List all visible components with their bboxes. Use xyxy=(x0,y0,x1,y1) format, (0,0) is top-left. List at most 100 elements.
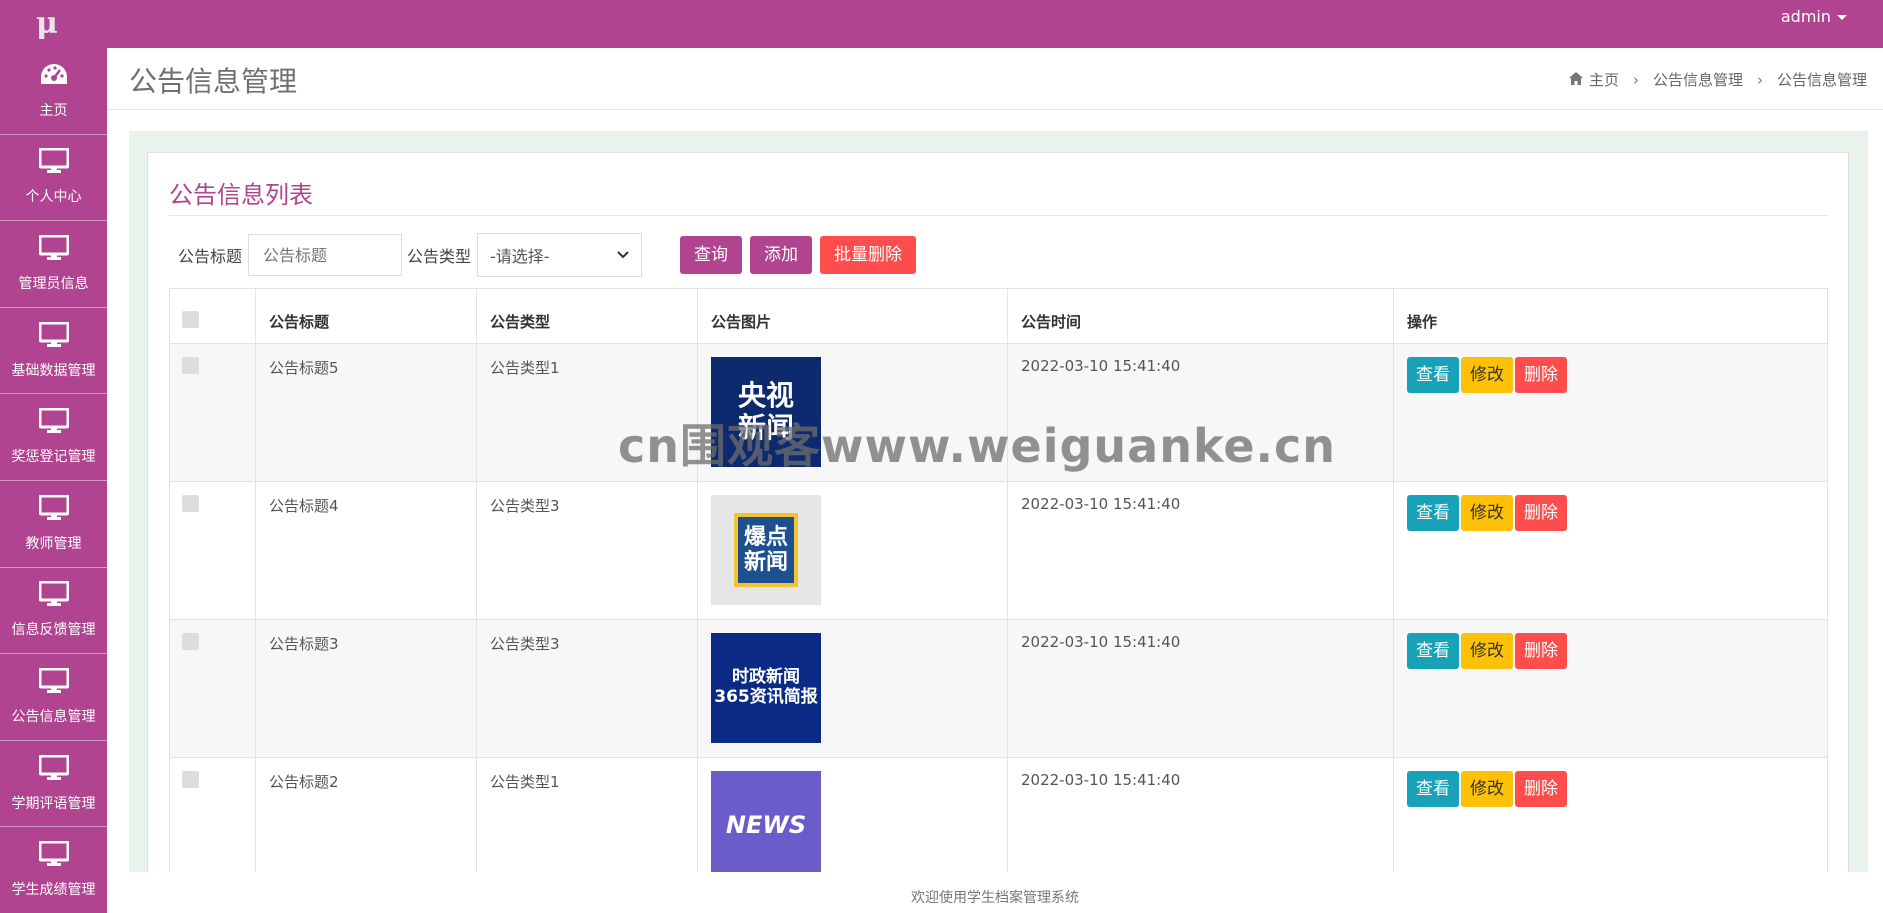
time-cell: 2022-03-10 15:41:40 xyxy=(1007,619,1394,758)
row-checkbox[interactable] xyxy=(182,357,199,374)
row-checkbox[interactable] xyxy=(182,771,199,788)
sidebar-item-home[interactable]: 主页 xyxy=(0,48,107,135)
title-label: 公告标题 xyxy=(178,247,243,266)
title-search-input[interactable] xyxy=(248,234,403,276)
row-actions: 查看 修改 删除 xyxy=(1407,771,1814,807)
edit-button[interactable]: 修改 xyxy=(1461,633,1513,669)
sidebar-item-grades[interactable]: 学生成绩管理 xyxy=(0,827,107,913)
table-row: 公告标题3 公告类型3 时政新闻 365资讯简报 2022-03-10 15:4… xyxy=(169,619,1828,758)
type-cell: 公告类型3 xyxy=(476,481,698,620)
top-bar: μ admin xyxy=(0,0,1883,48)
row-actions: 查看 修改 删除 xyxy=(1407,633,1814,669)
search-bar: 公告标题 公告类型 -请选择- 查询 添加 批量删除 xyxy=(178,233,917,277)
column-header: 公告标题 xyxy=(255,288,477,344)
chevron-right-icon: › xyxy=(1756,70,1763,89)
view-button[interactable]: 查看 xyxy=(1407,357,1459,393)
sidebar-item-label: 奖惩登记管理 xyxy=(11,449,96,466)
sidebar-item-label: 学期评语管理 xyxy=(11,795,96,812)
delete-button[interactable]: 删除 xyxy=(1515,357,1567,393)
announcement-image-text: 爆点 新闻 xyxy=(733,512,798,588)
add-button[interactable]: 添加 xyxy=(750,236,813,274)
row-checkbox[interactable] xyxy=(182,633,199,650)
delete-button[interactable]: 删除 xyxy=(1515,771,1567,807)
sidebar-item-basic-data[interactable]: 基础数据管理 xyxy=(0,308,107,395)
table-header-row: 公告标题 公告类型 公告图片 公告时间 操作 xyxy=(169,288,1828,344)
sidebar-item-label: 个人中心 xyxy=(25,189,82,206)
sidebar-item-label: 学生成绩管理 xyxy=(11,882,96,899)
page-header: 公告信息管理 主页 › 公告信息管理 › 公告信息管理 xyxy=(107,48,1883,110)
column-header: 公告图片 xyxy=(697,288,1008,344)
sidebar-item-feedback[interactable]: 信息反馈管理 xyxy=(0,568,107,655)
user-menu[interactable]: admin xyxy=(1781,7,1847,26)
monitor-icon xyxy=(38,667,69,698)
card-title: 公告信息列表 xyxy=(169,181,313,209)
caret-down-icon xyxy=(1837,15,1847,20)
view-button[interactable]: 查看 xyxy=(1407,495,1459,531)
breadcrumb-home[interactable]: 主页 xyxy=(1589,69,1619,90)
monitor-icon xyxy=(38,494,69,525)
monitor-icon xyxy=(38,407,69,438)
home-icon xyxy=(1568,71,1583,89)
sidebar-item-label: 主页 xyxy=(39,102,68,119)
row-actions: 查看 修改 删除 xyxy=(1407,495,1814,531)
breadcrumb-section[interactable]: 公告信息管理 xyxy=(1653,69,1743,90)
sidebar-item-label: 信息反馈管理 xyxy=(11,622,96,639)
delete-button[interactable]: 删除 xyxy=(1515,633,1567,669)
view-button[interactable]: 查看 xyxy=(1407,633,1459,669)
edit-button[interactable]: 修改 xyxy=(1461,771,1513,807)
column-header: 公告时间 xyxy=(1007,288,1394,344)
sidebar: 主页 个人中心 管理员信息 基础数据管理 奖惩登记管理 教师管理 信息反馈管理 … xyxy=(0,48,107,913)
type-cell: 公告类型3 xyxy=(476,619,698,758)
announcement-image: NEWS xyxy=(711,771,821,881)
time-cell: 2022-03-10 15:41:40 xyxy=(1007,481,1394,620)
sidebar-item-label: 管理员信息 xyxy=(18,275,89,292)
type-label: 公告类型 xyxy=(407,247,472,266)
delete-button[interactable]: 删除 xyxy=(1515,495,1567,531)
select-all-checkbox[interactable] xyxy=(182,311,199,328)
sidebar-item-announcements[interactable]: 公告信息管理 xyxy=(0,654,107,741)
sidebar-item-label: 公告信息管理 xyxy=(11,708,96,725)
query-button[interactable]: 查询 xyxy=(680,236,743,274)
sidebar-item-admin-info[interactable]: 管理员信息 xyxy=(0,221,107,308)
batch-delete-button[interactable]: 批量删除 xyxy=(820,236,917,274)
announcement-image: 爆点 新闻 xyxy=(711,495,821,605)
footer-text: 欢迎使用学生档案管理系统 xyxy=(911,890,1079,906)
edit-button[interactable]: 修改 xyxy=(1461,357,1513,393)
monitor-icon xyxy=(38,840,69,871)
sidebar-item-rewards[interactable]: 奖惩登记管理 xyxy=(0,394,107,481)
monitor-icon xyxy=(38,321,69,352)
watermark: cn围观客www.weiguanke.cn xyxy=(618,419,1337,473)
username: admin xyxy=(1780,7,1831,26)
sidebar-item-personal-center[interactable]: 个人中心 xyxy=(0,135,107,222)
title-cell: 公告标题5 xyxy=(255,343,477,482)
monitor-icon xyxy=(38,234,69,265)
breadcrumb: 主页 › 公告信息管理 › 公告信息管理 xyxy=(1568,69,1867,90)
page-title: 公告信息管理 xyxy=(129,65,298,98)
sidebar-item-comments[interactable]: 学期评语管理 xyxy=(0,741,107,828)
sidebar-item-label: 教师管理 xyxy=(25,535,82,552)
announcement-table: 公告标题 公告类型 公告图片 公告时间 操作 公告标题5 公告类型1 央视 新闻… xyxy=(169,288,1828,896)
row-checkbox[interactable] xyxy=(182,495,199,512)
dashboard-icon xyxy=(39,62,69,92)
select-all-cell xyxy=(169,288,256,344)
column-header: 公告类型 xyxy=(476,288,698,344)
view-button[interactable]: 查看 xyxy=(1407,771,1459,807)
row-actions: 查看 修改 删除 xyxy=(1407,357,1814,393)
divider xyxy=(169,215,1828,216)
type-select-value: -请选择- xyxy=(490,247,550,266)
app-logo: μ xyxy=(36,6,58,41)
monitor-icon xyxy=(38,754,69,785)
table-row: 公告标题4 公告类型3 爆点 新闻 2022-03-10 15:41:40 查看… xyxy=(169,481,1828,620)
monitor-icon xyxy=(38,147,69,178)
chevron-right-icon: › xyxy=(1632,70,1639,89)
title-cell: 公告标题4 xyxy=(255,481,477,620)
search-actions: 查询 添加 批量删除 xyxy=(680,236,917,274)
column-header: 操作 xyxy=(1393,288,1828,344)
breadcrumb-current: 公告信息管理 xyxy=(1776,71,1867,89)
announcement-image: 时政新闻 365资讯简报 xyxy=(711,633,821,743)
sidebar-item-teachers[interactable]: 教师管理 xyxy=(0,481,107,568)
type-select[interactable]: -请选择- xyxy=(477,233,643,277)
edit-button[interactable]: 修改 xyxy=(1461,495,1513,531)
title-cell: 公告标题3 xyxy=(255,619,477,758)
sidebar-item-label: 基础数据管理 xyxy=(11,362,96,379)
